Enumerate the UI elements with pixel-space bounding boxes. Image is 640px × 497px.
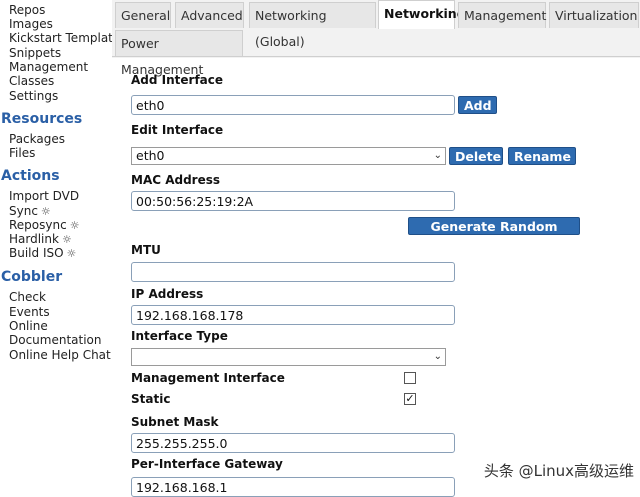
sidebar-item-events[interactable]: Events [9,305,50,319]
ip-address-input[interactable] [131,305,455,325]
sidebar-item-build-iso[interactable]: Build ISO ☼ [9,246,76,261]
interface-type-select[interactable]: ⌄ [131,348,446,366]
rename-interface-button[interactable]: Rename [508,147,576,165]
watermark: 头条 @Linux高级运维 [483,462,634,480]
sidebar-item-snippets[interactable]: Snippets [9,46,61,60]
mtu-label: MTU [131,243,161,257]
mac-address-input[interactable] [131,191,455,211]
sidebar-heading-cobbler: Cobbler [1,269,63,285]
generate-random-mac-button[interactable]: Generate Random MAC [408,217,580,252]
chevron-down-icon: ⌄ [433,150,442,161]
edit-interface-select[interactable]: eth0 ⌄ [131,147,446,165]
management-interface-label: Management Interface [131,371,285,385]
ip-address-label: IP Address [131,287,204,301]
tab-networking[interactable]: Networking [378,0,466,29]
sidebar-heading-actions: Actions [1,168,60,184]
sidebar-heading-resources: Resources [1,111,83,127]
subnet-mask-label: Subnet Mask [131,415,219,429]
sidebar-item-hardlink[interactable]: Hardlink ☼ [9,232,72,247]
add-interface-input[interactable] [131,95,455,115]
sidebar-item-online-documentation[interactable]: Online Documentation [9,319,102,347]
static-label: Static [131,392,171,406]
gear-icon: ☼ [61,233,72,246]
sidebar-item-check[interactable]: Check [9,290,46,304]
gateway-input[interactable] [131,477,455,497]
tab-advanced[interactable]: Advanced [175,2,244,28]
check-icon: ✓ [405,392,415,405]
gear-icon: ☼ [40,205,51,218]
tab-power-management[interactable]: Power Management [115,30,243,77]
edit-interface-selected: eth0 [136,148,165,163]
sidebar-item-hardlink-label: Hardlink [9,232,59,246]
mtu-input[interactable] [131,262,455,282]
gateway-label: Per-Interface Gateway [131,457,283,471]
mac-address-label: MAC Address [131,173,221,187]
sidebar-item-kickstart-templates[interactable]: Kickstart Templates [9,31,127,45]
add-interface-button[interactable]: Add [458,96,497,114]
sidebar-item-build-iso-label: Build ISO [9,246,64,260]
add-interface-label: Add Interface [131,73,224,87]
sidebar-item-online-help-chat[interactable]: Online Help Chat [9,348,111,362]
interface-type-label: Interface Type [131,329,228,343]
edit-interface-label: Edit Interface [131,123,224,137]
sidebar-item-sync[interactable]: Sync ☼ [9,204,51,219]
sidebar-item-settings[interactable]: Settings [9,89,58,103]
gear-icon: ☼ [69,219,80,232]
sidebar-item-repos[interactable]: Repos [9,3,45,17]
subnet-mask-input[interactable] [131,433,455,453]
tab-networking-global[interactable]: Networking (Global) [249,2,376,49]
sidebar-item-images[interactable]: Images [9,17,53,31]
sidebar-item-reposync-label: Reposync [9,218,67,232]
tab-general[interactable]: General [115,2,171,28]
tab-virtualization[interactable]: Virtualization [549,2,639,28]
sidebar-item-reposync[interactable]: Reposync ☼ [9,218,80,233]
static-checkbox[interactable]: ✓ [404,393,416,405]
sidebar: Repos Images Kickstart Templates Snippet… [0,0,127,495]
sidebar-item-packages[interactable]: Packages [9,132,65,146]
sidebar-item-management-classes[interactable]: Management Classes [9,60,99,88]
gear-icon: ☼ [66,247,77,260]
sidebar-item-sync-label: Sync [9,204,38,218]
chevron-down-icon: ⌄ [433,351,442,362]
management-interface-checkbox[interactable] [404,372,416,384]
tab-management[interactable]: Management [458,2,546,28]
sidebar-item-import-dvd[interactable]: Import DVD [9,189,79,203]
sidebar-item-files[interactable]: Files [9,146,35,160]
delete-interface-button[interactable]: Delete [449,147,503,165]
